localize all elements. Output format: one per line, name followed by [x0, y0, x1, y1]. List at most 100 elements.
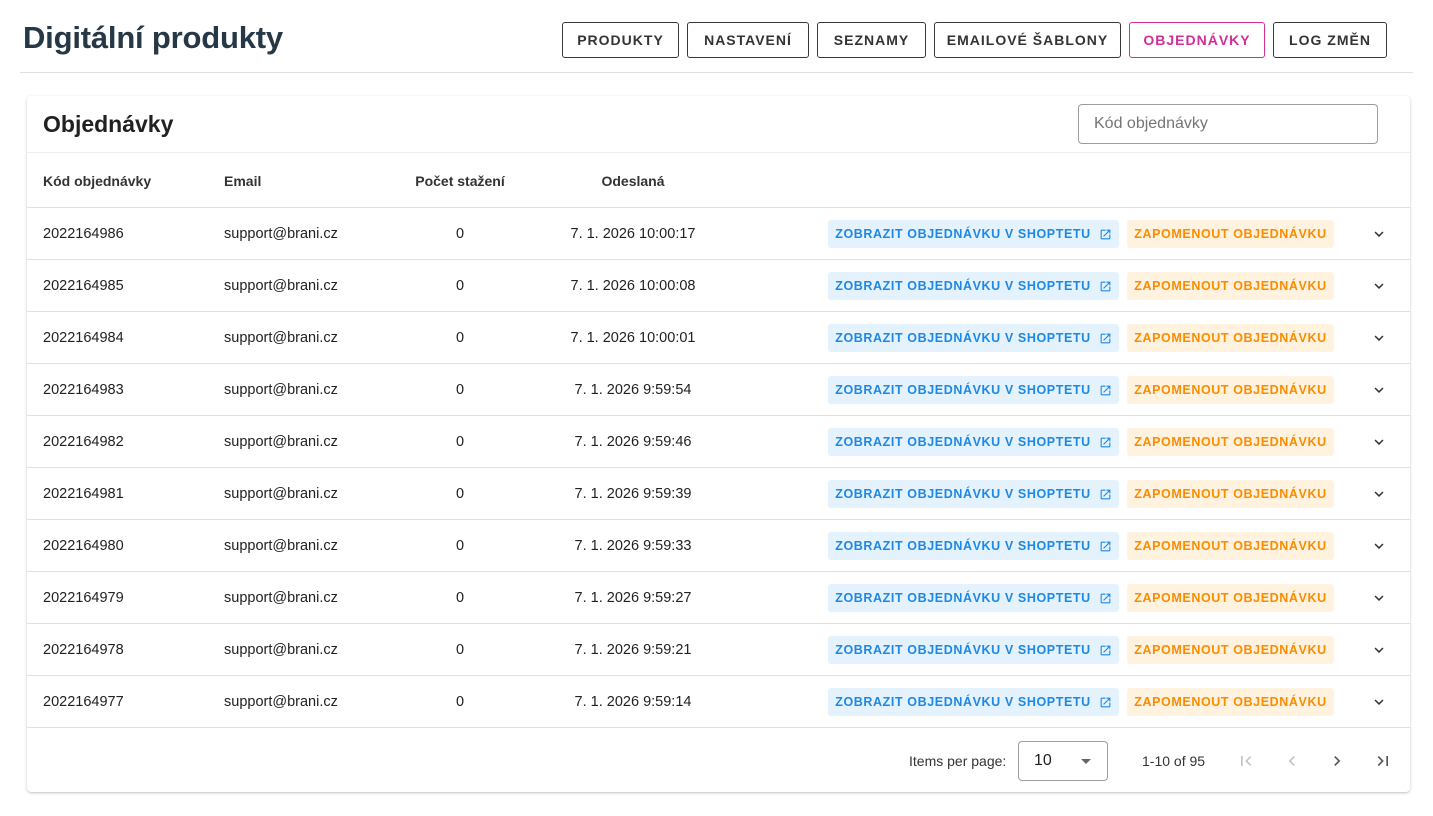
forget-order-label: Zapomenout objednávku — [1134, 487, 1327, 501]
view-in-shoptet-label: Zobrazit objednávku v Shoptetu — [835, 487, 1091, 501]
order-code: 2022164981 — [43, 486, 124, 502]
forget-order-button[interactable]: Zapomenout objednávku — [1127, 584, 1334, 612]
expand-row-button[interactable] — [1367, 274, 1391, 298]
nav-log-zmen-button[interactable]: Log změn — [1273, 22, 1387, 58]
view-in-shoptet-button[interactable]: Zobrazit objednávku v Shoptetu — [828, 324, 1119, 352]
orders-card: Objednávky Kód objednávky Email Počet st… — [27, 96, 1410, 792]
order-email: support@brani.cz — [224, 382, 338, 398]
view-in-shoptet-button[interactable]: Zobrazit objednávku v Shoptetu — [828, 376, 1119, 404]
order-email: support@brani.cz — [224, 590, 338, 606]
order-email: support@brani.cz — [224, 486, 338, 502]
order-sent-time: 7. 1. 2026 9:59:46 — [574, 434, 692, 450]
forget-order-button[interactable]: Zapomenout objednávku — [1127, 324, 1334, 352]
order-sent-time: 7. 1. 2026 9:59:21 — [574, 642, 692, 658]
nav-produkty-button[interactable]: Produkty — [562, 22, 679, 58]
order-code: 2022164980 — [43, 538, 124, 554]
order-sent-time: 7. 1. 2026 9:59:33 — [574, 538, 692, 554]
nav-seznamy-button[interactable]: Seznamy — [817, 22, 926, 58]
expand-row-button[interactable] — [1367, 638, 1391, 662]
nav-objednavky-button[interactable]: Objednávky — [1129, 22, 1265, 58]
expand-row-button[interactable] — [1367, 690, 1391, 714]
table-row: 2022164981 support@brani.cz 0 7. 1. 2026 9:… — [27, 468, 1410, 520]
external-link-icon — [1100, 593, 1111, 603]
column-header-sent[interactable]: Odeslaná — [545, 153, 721, 209]
order-code: 2022164977 — [43, 694, 124, 710]
order-download-count: 0 — [455, 590, 465, 606]
order-download-count: 0 — [455, 382, 465, 398]
order-email: support@brani.cz — [224, 226, 338, 242]
chevron-down-icon — [1374, 699, 1384, 705]
forget-order-button[interactable]: Zapomenout objednávku — [1127, 480, 1334, 508]
external-link-icon — [1100, 437, 1111, 447]
column-header-code[interactable]: Kód objednávky — [43, 153, 151, 209]
order-download-count: 0 — [455, 694, 465, 710]
expand-row-button[interactable] — [1367, 378, 1391, 402]
last-page-button[interactable] — [1371, 749, 1395, 773]
order-code: 2022164978 — [43, 642, 124, 658]
order-code-search-input[interactable] — [1078, 104, 1378, 144]
nav-emailove-sablony-button[interactable]: Emailové šablony — [934, 22, 1121, 58]
forget-order-label: Zapomenout objednávku — [1134, 435, 1327, 449]
table-row: 2022164984 support@brani.cz 0 7. 1. 2026 10… — [27, 312, 1410, 364]
external-link-icon — [1100, 489, 1111, 499]
view-in-shoptet-button[interactable]: Zobrazit objednávku v Shoptetu — [828, 272, 1119, 300]
view-in-shoptet-button[interactable]: Zobrazit objednávku v Shoptetu — [828, 636, 1119, 664]
expand-row-button[interactable] — [1367, 586, 1391, 610]
order-download-count: 0 — [455, 538, 465, 554]
dropdown-arrow-icon — [1081, 759, 1091, 764]
forget-order-button[interactable]: Zapomenout objednávku — [1127, 688, 1334, 716]
view-in-shoptet-button[interactable]: Zobrazit objednávku v Shoptetu — [828, 220, 1119, 248]
view-in-shoptet-button[interactable]: Zobrazit objednávku v Shoptetu — [828, 584, 1119, 612]
previous-page-button[interactable] — [1280, 749, 1304, 773]
external-link-icon — [1100, 229, 1111, 239]
expand-row-button[interactable] — [1367, 326, 1391, 350]
expand-row-button[interactable] — [1367, 482, 1391, 506]
table-body: 2022164986 support@brani.cz 0 7. 1. 2026 10… — [27, 208, 1410, 728]
forget-order-button[interactable]: Zapomenout objednávku — [1127, 428, 1334, 456]
page-title: Digitální produkty — [23, 20, 283, 55]
expand-row-button[interactable] — [1367, 534, 1391, 558]
order-email: support@brani.cz — [224, 278, 338, 294]
order-email: support@brani.cz — [224, 642, 338, 658]
order-download-count: 0 — [455, 330, 465, 346]
external-link-icon — [1100, 697, 1111, 707]
forget-order-button[interactable]: Zapomenout objednávku — [1127, 636, 1334, 664]
order-download-count: 0 — [455, 434, 465, 450]
first-page-icon — [1241, 756, 1252, 766]
table-row: 2022164977 support@brani.cz 0 7. 1. 2026 9:… — [27, 676, 1410, 728]
forget-order-label: Zapomenout objednávku — [1134, 643, 1327, 657]
chevron-right-icon — [1334, 756, 1341, 766]
column-header-email[interactable]: Email — [224, 153, 261, 209]
view-in-shoptet-label: Zobrazit objednávku v Shoptetu — [835, 331, 1091, 345]
external-link-icon — [1100, 281, 1111, 291]
forget-order-button[interactable]: Zapomenout objednávku — [1127, 532, 1334, 560]
order-email: support@brani.cz — [224, 434, 338, 450]
table-row: 2022164982 support@brani.cz 0 7. 1. 2026 9:… — [27, 416, 1410, 468]
forget-order-button[interactable]: Zapomenout objednávku — [1127, 272, 1334, 300]
table-row: 2022164980 support@brani.cz 0 7. 1. 2026 9:… — [27, 520, 1410, 572]
view-in-shoptet-button[interactable]: Zobrazit objednávku v Shoptetu — [828, 480, 1119, 508]
chevron-down-icon — [1374, 283, 1384, 289]
chevron-down-icon — [1374, 387, 1384, 393]
forget-order-button[interactable]: Zapomenout objednávku — [1127, 220, 1334, 248]
forget-order-label: Zapomenout objednávku — [1134, 539, 1327, 553]
next-page-button[interactable] — [1325, 749, 1349, 773]
view-in-shoptet-button[interactable]: Zobrazit objednávku v Shoptetu — [828, 428, 1119, 456]
forget-order-button[interactable]: Zapomenout objednávku — [1127, 376, 1334, 404]
paginator: Items per page: 10 1-10 of 95 — [27, 730, 1410, 792]
chevron-down-icon — [1374, 647, 1384, 653]
view-in-shoptet-button[interactable]: Zobrazit objednávku v Shoptetu — [828, 688, 1119, 716]
view-in-shoptet-button[interactable]: Zobrazit objednávku v Shoptetu — [828, 532, 1119, 560]
forget-order-label: Zapomenout objednávku — [1134, 591, 1327, 605]
items-per-page-select[interactable]: 10 — [1018, 741, 1108, 781]
order-sent-time: 7. 1. 2026 10:00:01 — [570, 330, 696, 346]
first-page-button[interactable] — [1234, 749, 1258, 773]
items-per-page-value: 10 — [1034, 752, 1052, 769]
expand-row-button[interactable] — [1367, 430, 1391, 454]
table-row: 2022164983 support@brani.cz 0 7. 1. 2026 9:… — [27, 364, 1410, 416]
column-header-downloads[interactable]: Počet stažení — [390, 153, 530, 209]
orders-table: Kód objednávky Email Počet stažení Odesl… — [27, 152, 1410, 728]
expand-row-button[interactable] — [1367, 222, 1391, 246]
chevron-left-icon — [1288, 756, 1295, 766]
nav-nastaveni-button[interactable]: Nastavení — [687, 22, 809, 58]
